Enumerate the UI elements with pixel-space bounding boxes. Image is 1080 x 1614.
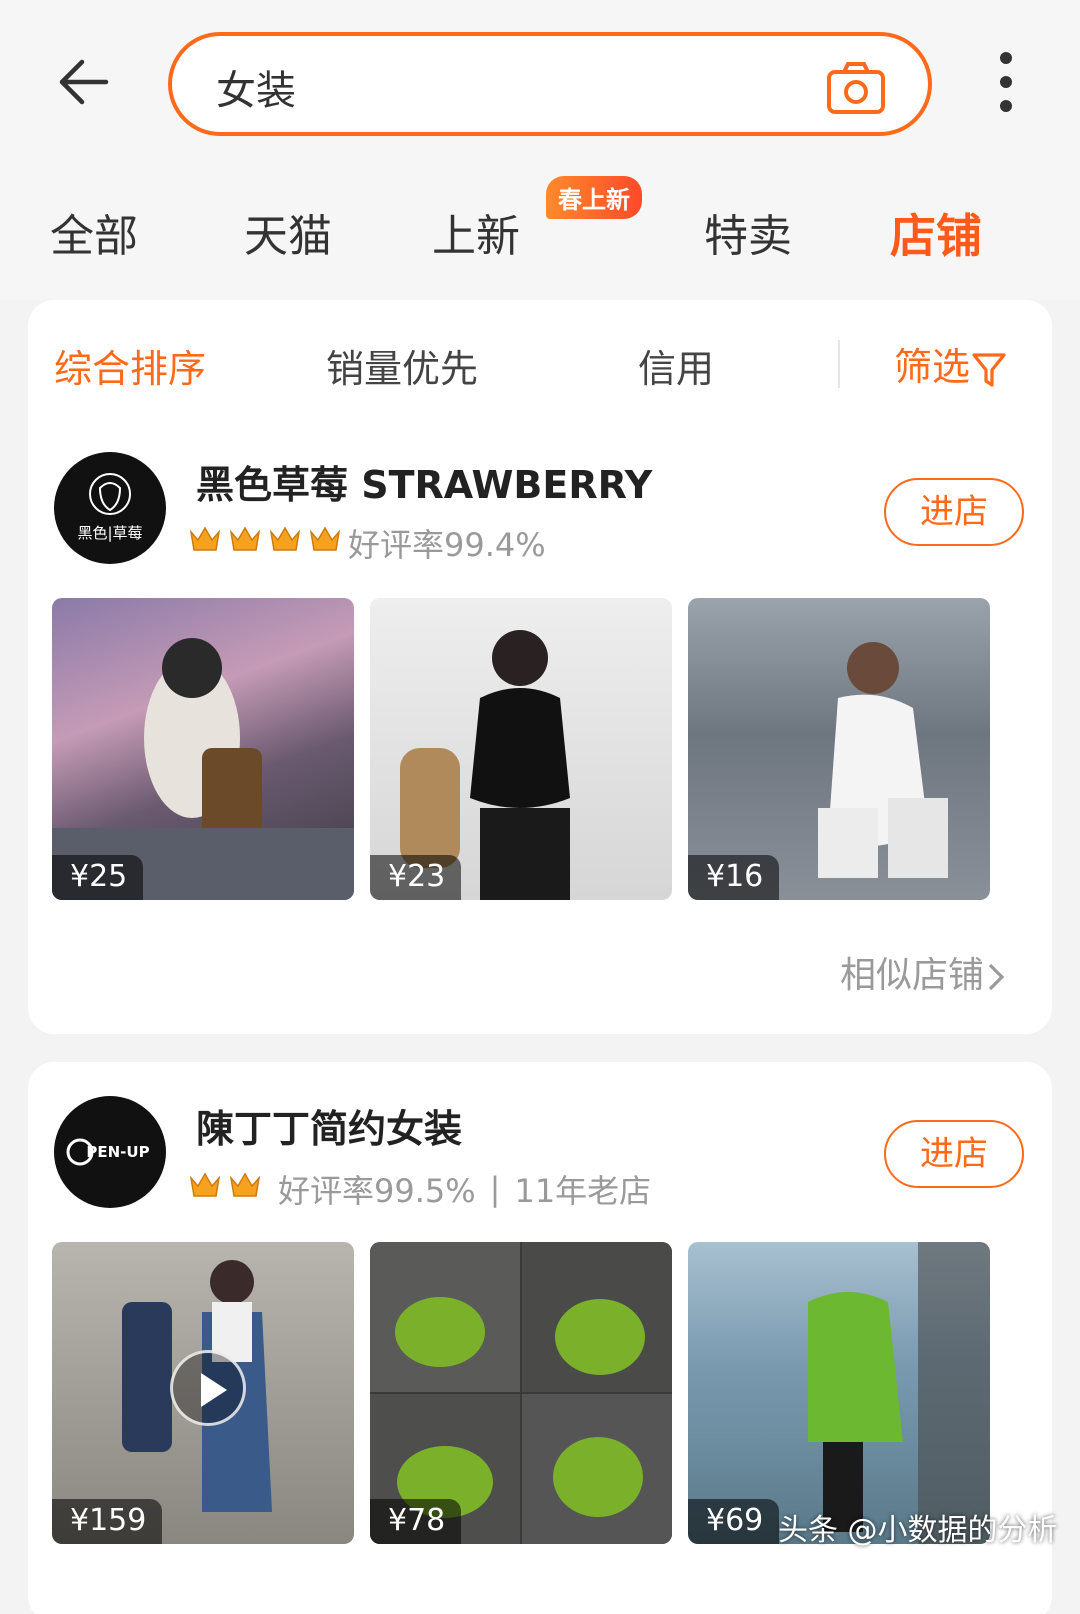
category-tabs: 全部 天猫 上新 特卖 店铺	[0, 190, 1080, 270]
product-price: ¥16	[688, 855, 780, 900]
product-thumb[interactable]: ¥159	[52, 1242, 354, 1544]
product-price: ¥159	[52, 1499, 163, 1544]
similar-shops-label: 相似店铺	[840, 955, 985, 996]
svg-text:PEN-UP: PEN-UP	[86, 1143, 149, 1161]
similar-shops-link[interactable]: 相似店铺	[840, 946, 1008, 998]
product-thumb[interactable]: ¥25	[52, 598, 354, 900]
shop-age: 11年老店	[514, 1172, 652, 1210]
product-price: ¥69	[688, 1499, 780, 1544]
crown-icon	[269, 526, 301, 551]
tab-tmall[interactable]: 天猫	[244, 200, 332, 264]
crown-rating	[188, 524, 348, 562]
svg-text:黑色|草莓: 黑色|草莓	[77, 524, 142, 542]
camera-icon[interactable]	[826, 60, 886, 116]
filter-button[interactable]: 筛选	[894, 336, 1006, 391]
strawberry-logo-icon: 黑色|草莓	[77, 473, 143, 542]
rating-text: 好评率99.4%	[348, 526, 546, 564]
crown-icon	[189, 1172, 221, 1197]
enter-shop-button[interactable]: 进店	[884, 1120, 1024, 1188]
play-video-icon[interactable]	[170, 1350, 246, 1426]
crown-icon	[229, 1172, 261, 1197]
shop-rating-row: 好评率99.4%	[188, 520, 546, 566]
sort-sales[interactable]: 销量优先	[326, 338, 478, 393]
more-options-icon[interactable]	[996, 52, 1016, 116]
tab-all[interactable]: 全部	[50, 200, 138, 264]
crown-rating	[188, 1170, 268, 1208]
product-thumb[interactable]: ¥16	[688, 598, 990, 900]
separator: |	[489, 1170, 501, 1208]
sort-credit[interactable]: 信用	[638, 338, 714, 393]
chevron-right-icon	[988, 963, 1005, 991]
crown-icon	[229, 526, 261, 551]
shop-card: 黑色|草莓 黑色草莓 STRAWBERRY 好评率99.4% 进店 ¥25 ¥2…	[28, 430, 1052, 1034]
crown-icon	[189, 526, 221, 551]
product-thumb[interactable]: ¥23	[370, 598, 672, 900]
product-price: ¥25	[52, 855, 144, 900]
crown-icon	[309, 526, 341, 551]
shop-name[interactable]: 黑色草莓 STRAWBERRY	[196, 454, 652, 509]
product-thumb[interactable]: ¥69	[688, 1242, 990, 1544]
enter-shop-button[interactable]: 进店	[884, 478, 1024, 546]
shop-rating-row: 好评率99.5% | 11年老店	[188, 1166, 651, 1212]
watermark: 头条 @小数据的分析	[778, 1513, 1058, 1548]
divider	[838, 340, 840, 388]
search-bar[interactable]: 女装	[168, 32, 932, 136]
shop-logo[interactable]: 黑色|草莓	[54, 452, 166, 564]
tab-shops[interactable]: 店铺	[890, 200, 982, 266]
tab-sale[interactable]: 特卖	[704, 200, 792, 264]
search-query[interactable]: 女装	[216, 58, 296, 116]
shop-name[interactable]: 陳丁丁简约女装	[196, 1098, 462, 1153]
product-thumb[interactable]: ¥78	[370, 1242, 672, 1544]
product-price: ¥78	[370, 1499, 462, 1544]
funnel-icon	[972, 352, 1006, 387]
openup-logo-icon: PEN-UP	[66, 1138, 150, 1166]
new-badge: 春上新	[546, 176, 642, 219]
top-bar: 女装 全部 天猫 上新 特卖 店铺 春上新	[0, 0, 1080, 300]
sort-comprehensive[interactable]: 综合排序	[54, 338, 206, 393]
product-price: ¥23	[370, 855, 462, 900]
tab-new[interactable]: 上新	[432, 200, 520, 264]
filter-label: 筛选	[894, 345, 971, 389]
shop-logo[interactable]: PEN-UP	[54, 1096, 166, 1208]
sort-bar: 综合排序 销量优先 信用 筛选	[28, 300, 1052, 430]
rating-text: 好评率99.5%	[278, 1172, 476, 1210]
back-arrow-icon[interactable]	[56, 52, 112, 112]
